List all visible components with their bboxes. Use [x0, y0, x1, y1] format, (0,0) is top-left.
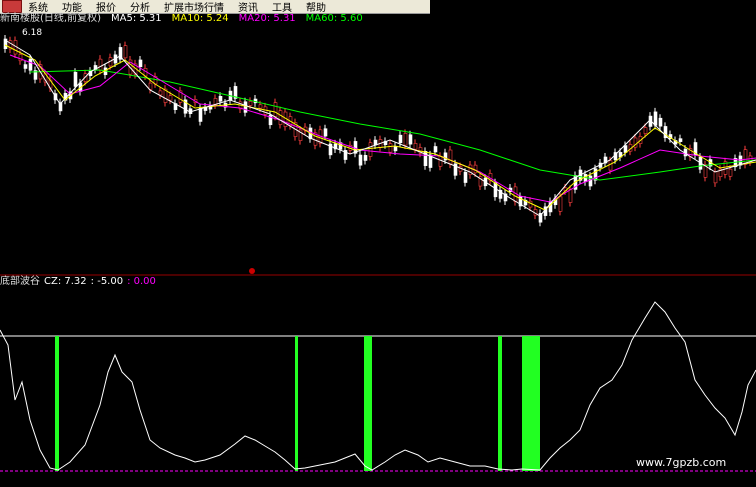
candle-body: [73, 71, 78, 87]
candle-body: [158, 90, 163, 96]
ma60-line: [29, 69, 756, 181]
candle-body: [18, 54, 23, 62]
watermark: www.7gpzb.com: [636, 456, 727, 469]
candle-body: [623, 145, 628, 153]
candle-body: [248, 101, 253, 106]
candle-body: [273, 102, 278, 117]
candle-body: [643, 127, 648, 134]
candle-body: [658, 117, 663, 127]
candle-body: [368, 142, 373, 157]
signal-bar: [55, 336, 59, 471]
divider-marker: [249, 268, 255, 274]
candle-body: [323, 128, 328, 137]
candle-body: [398, 134, 403, 144]
candle-body: [743, 149, 748, 165]
candle-body: [363, 155, 368, 161]
candle-body: [588, 175, 593, 187]
signal-bar: [364, 336, 372, 471]
candle-body: [413, 143, 418, 150]
candle-body: [243, 101, 248, 113]
candle-body: [278, 110, 283, 125]
candle-body: [23, 64, 28, 69]
candle-body: [28, 58, 33, 71]
candle-body: [433, 146, 438, 153]
candle-body: [258, 104, 263, 109]
candle-body: [358, 154, 363, 166]
candle-body: [728, 168, 733, 177]
signal-bar: [522, 336, 540, 471]
candle-body: [148, 82, 153, 90]
candle-body: [438, 155, 443, 167]
candle-body: [218, 95, 223, 102]
candle-body: [98, 58, 103, 71]
signal-bar: [295, 336, 298, 471]
candle-body: [123, 45, 128, 59]
candle-body: [568, 189, 573, 203]
signal-bar: [498, 336, 502, 471]
candle-body: [463, 171, 468, 183]
indicator-cz-line: [0, 301, 756, 471]
high-price-marker: 6.18: [22, 28, 42, 38]
candle-body: [198, 108, 203, 122]
candle-body: [713, 171, 718, 184]
candle-body: [473, 164, 478, 174]
candle-body: [448, 149, 453, 165]
chart-canvas: 6.18: [0, 28, 756, 472]
candle-body: [403, 133, 408, 146]
candle-body: [558, 196, 563, 212]
candle-body: [388, 143, 393, 153]
candle-body: [408, 134, 413, 145]
candle-body: [608, 160, 613, 171]
candle-body: [653, 111, 658, 126]
candle-body: [138, 59, 143, 68]
candle-body: [168, 95, 173, 101]
candle-body: [678, 138, 683, 142]
ma5-line: [4, 39, 756, 217]
candle-body: [393, 146, 398, 152]
